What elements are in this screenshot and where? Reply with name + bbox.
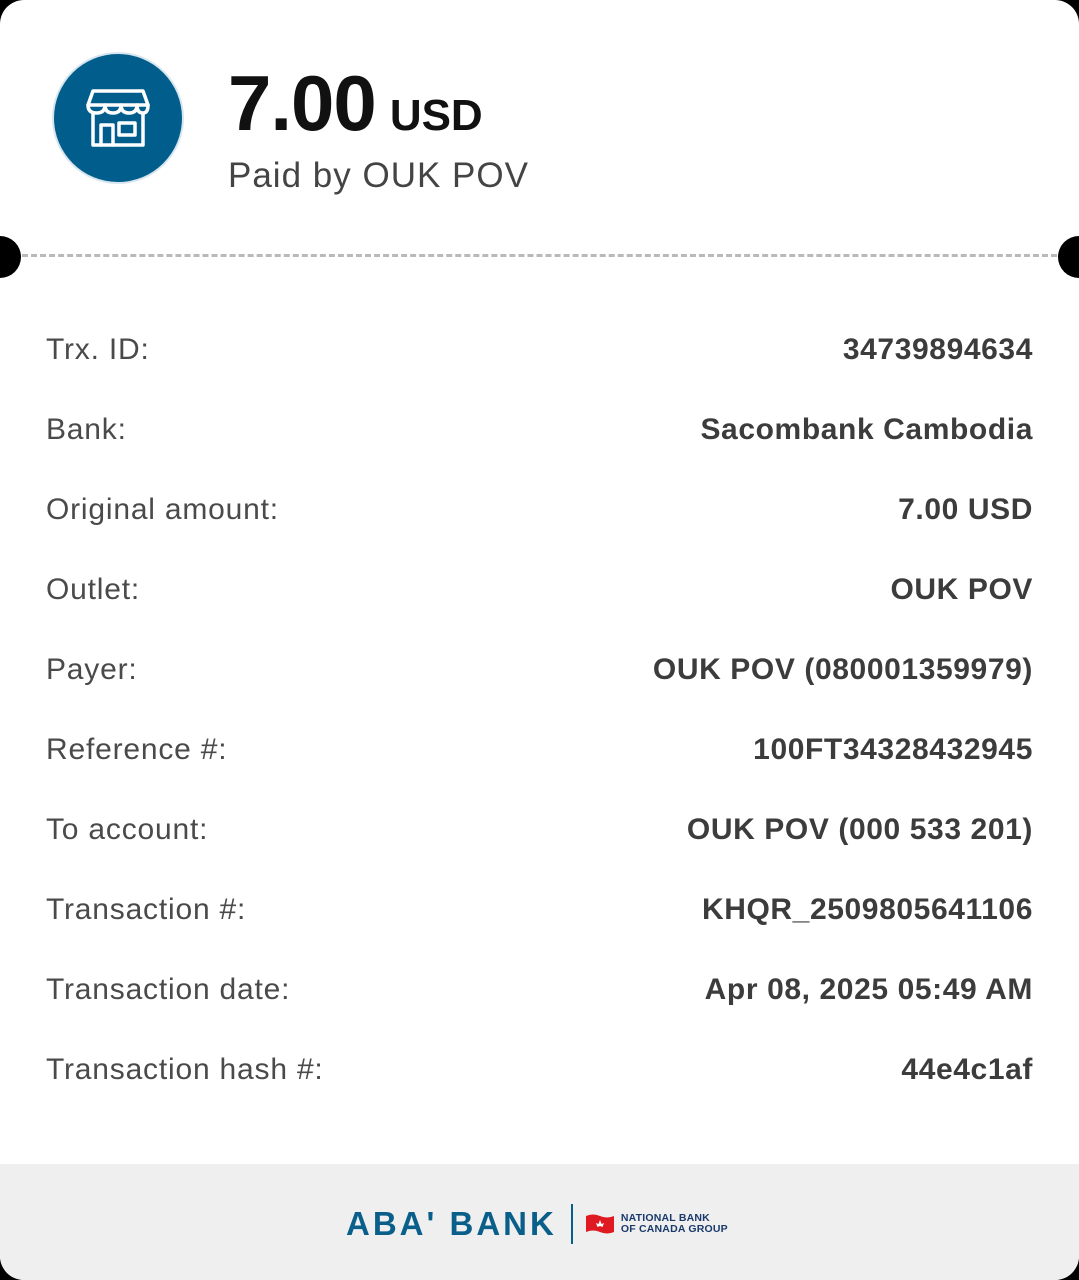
detail-label: To account: — [46, 813, 209, 846]
detail-label: Original amount: — [46, 493, 279, 526]
detail-row-transaction-number: Transaction #: KHQR_2509805641106 — [46, 870, 1033, 950]
detail-value: OUK POV — [890, 573, 1033, 606]
amount-currency: USD — [389, 91, 483, 140]
paid-by-text: Paid by OUK POV — [228, 156, 529, 195]
dashed-divider — [22, 254, 1057, 257]
detail-value: OUK POV (000 533 201) — [686, 813, 1033, 846]
detail-value: 100FT34328432945 — [753, 733, 1033, 766]
detail-row-outlet: Outlet: OUK POV — [46, 550, 1033, 630]
receipt-footer: ABA' BANK NATIONAL BANK OF CANADA GROUP — [0, 1164, 1079, 1280]
detail-row-transaction-hash: Transaction hash #: 44e4c1af — [46, 1030, 1033, 1110]
detail-value: Apr 08, 2025 05:49 AM — [704, 973, 1033, 1006]
detail-row-to-account: To account: OUK POV (000 533 201) — [46, 790, 1033, 870]
detail-label: Payer: — [46, 653, 138, 686]
nbc-group-text: NATIONAL BANK OF CANADA GROUP — [621, 1213, 728, 1235]
amount-display: 7.00 USD — [228, 58, 483, 149]
detail-row-trx-id: Trx. ID: 34739894634 — [46, 310, 1033, 390]
detail-label: Transaction date: — [46, 973, 291, 1006]
detail-label: Transaction #: — [46, 893, 247, 926]
detail-row-reference: Reference #: 100FT34328432945 — [46, 710, 1033, 790]
detail-value: 44e4c1af — [901, 1053, 1033, 1086]
detail-label: Transaction hash #: — [46, 1053, 324, 1086]
aba-bank-logo: ABA' BANK — [346, 1205, 557, 1242]
detail-row-payer: Payer: OUK POV (080001359979) — [46, 630, 1033, 710]
receipt-card: 7.00 USD Paid by OUK POV Trx. ID: 3473989… — [0, 0, 1079, 1280]
detail-label: Outlet: — [46, 573, 140, 606]
detail-row-transaction-date: Transaction date: Apr 08, 2025 05:49 AM — [46, 950, 1033, 1030]
detail-value: 7.00 USD — [898, 493, 1033, 526]
detail-value: 34739894634 — [842, 333, 1033, 366]
transaction-details: Trx. ID: 34739894634 Bank: Sacombank Cam… — [46, 310, 1033, 1110]
brand-separator — [570, 1204, 573, 1244]
bank-branding: ABA' BANK NATIONAL BANK OF CANADA GROUP — [346, 1204, 728, 1244]
receipt-header: 7.00 USD Paid by OUK POV — [0, 0, 1079, 255]
detail-row-bank: Bank: Sacombank Cambodia — [46, 390, 1033, 470]
detail-label: Trx. ID: — [46, 333, 150, 366]
detail-label: Bank: — [46, 413, 127, 446]
nbc-line-2: OF CANADA GROUP — [620, 1223, 728, 1235]
detail-row-original-amount: Original amount: 7.00 USD — [46, 470, 1033, 550]
detail-value: OUK POV (080001359979) — [652, 653, 1033, 686]
detail-value: KHQR_2509805641106 — [701, 893, 1033, 926]
store-icon — [86, 89, 150, 147]
nbc-flag-icon — [585, 1214, 614, 1234]
detail-value: Sacombank Cambodia — [700, 413, 1033, 446]
amount-value: 7.00 — [228, 59, 377, 147]
merchant-avatar — [54, 54, 182, 182]
detail-label: Reference #: — [46, 733, 228, 766]
